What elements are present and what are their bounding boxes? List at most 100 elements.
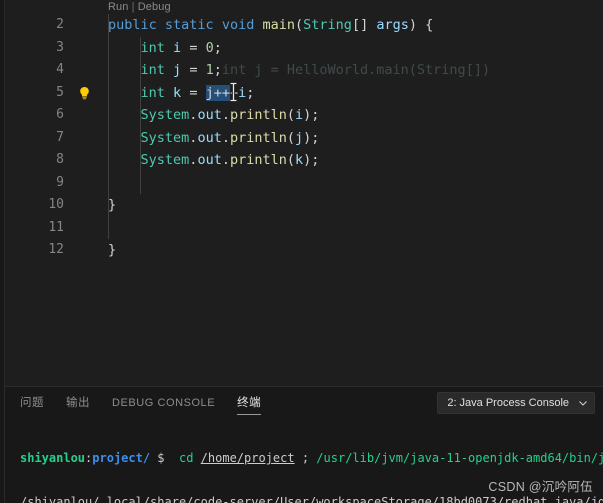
code-token: int — [140, 39, 165, 56]
terminal-dollar: $ — [157, 451, 165, 465]
code-token: ); — [303, 107, 320, 123]
code-token: } — [108, 197, 117, 213]
code-token: ( — [295, 17, 304, 33]
codelens-debug-link[interactable]: Debug — [138, 1, 171, 13]
selected-text: j++ — [205, 84, 230, 101]
code-token: args — [376, 17, 409, 33]
activity-bar-strip — [0, 0, 5, 503]
code-token: 1 — [205, 62, 214, 78]
indent-guide — [108, 216, 109, 239]
code-editor[interactable]: Run | Debug 2 public static void main(Str… — [0, 0, 603, 386]
code-token: 0 — [205, 39, 214, 56]
code-line[interactable]: 11 — [4, 216, 603, 239]
codelens-separator: | — [131, 1, 135, 13]
code-text: } — [108, 194, 116, 217]
code-token: int — [140, 62, 165, 78]
indent-guide — [108, 171, 109, 194]
code-line[interactable]: 12} — [4, 239, 603, 262]
code-token: ); — [303, 129, 320, 146]
line-number: 3 — [56, 39, 64, 55]
code-token: System — [140, 129, 190, 146]
code-token: = — [181, 84, 206, 101]
panel-tab-2[interactable]: 输出 — [66, 387, 90, 417]
line-number: 5 — [56, 84, 64, 100]
terminal-user: shiyanlou — [20, 451, 86, 465]
code-token: static — [164, 17, 214, 33]
code-token: i — [295, 107, 304, 123]
code-token: println — [229, 129, 287, 146]
terminal-prompt-line: shiyanlou:project/ $ cd /home/project ; … — [20, 451, 603, 466]
code-token: ) { — [408, 17, 434, 33]
line-number: 9 — [56, 174, 64, 190]
code-token: out — [197, 107, 222, 123]
code-token: ( — [286, 152, 296, 168]
code-token: ; — [246, 84, 255, 101]
code-text: int j = 1;int j = HelloWorld.main(String… — [108, 59, 491, 82]
terminal-cd-arg-link[interactable]: /home/project — [201, 451, 295, 465]
codelens-run-link[interactable]: Run — [108, 1, 128, 13]
terminal-cmd-cd: cd — [178, 451, 194, 465]
line-number: 4 — [56, 62, 64, 77]
code-token: println — [229, 152, 287, 168]
console-selector-label: 2: Java Process Console — [447, 397, 569, 409]
code-line[interactable]: 7 System.out.println(j); — [4, 126, 603, 149]
code-line[interactable]: 4 int j = 1;int j = HelloWorld.main(Stri… — [4, 59, 603, 82]
line-number: 2 — [56, 17, 64, 32]
code-text: public static void main(String[] args) { — [108, 14, 433, 37]
code-text: System.out.println(k); — [108, 149, 320, 172]
code-token: ; — [213, 39, 222, 56]
csdn-watermark: CSDN @沉吟阿伍 — [488, 480, 593, 494]
panel-tabs-list: 问题 输出 DEBUG CONSOLE 终端 — [20, 387, 283, 417]
code-token: int — [140, 84, 165, 101]
code-text: } — [108, 239, 116, 262]
code-lines-container: 2 public static void main(String[] args) … — [4, 14, 603, 262]
code-token: j — [173, 62, 182, 78]
line-number: 11 — [48, 219, 64, 235]
lightbulb-icon[interactable] — [78, 86, 91, 100]
code-text: int i = 0; — [108, 37, 222, 60]
line-number: 7 — [56, 129, 64, 145]
console-selector-dropdown[interactable]: 2: Java Process Console — [437, 392, 595, 414]
code-token: out — [197, 129, 222, 146]
code-line[interactable]: 3 int i = 0; — [4, 36, 603, 60]
code-line[interactable]: 2 public static void main(String[] args) … — [4, 14, 603, 37]
indent-guide — [140, 171, 141, 194]
code-line[interactable]: 6 System.out.println(i); — [4, 104, 603, 127]
chevron-down-icon — [578, 398, 588, 408]
code-token: . — [221, 152, 230, 168]
panel-tab-1[interactable]: 问题 — [20, 387, 44, 417]
code-token: = — [181, 39, 206, 56]
code-line[interactable]: 10} — [4, 194, 603, 217]
code-token: public — [108, 17, 157, 33]
terminal-cwd: project/ — [92, 451, 151, 465]
code-line[interactable]: 9 — [4, 171, 603, 194]
code-token: j — [295, 129, 304, 146]
line-number: 12 — [48, 242, 64, 257]
code-token: . — [221, 129, 230, 146]
code-line[interactable]: 5 int k = j+++i; — [4, 81, 603, 104]
terminal-workspace-path[interactable]: /shiyanlou/.local/share/code-server/User… — [20, 495, 603, 503]
code-token: ; — [213, 62, 222, 78]
inline-suggestion-text: int j = HelloWorld.main(String[]) — [221, 62, 491, 78]
panel-tab-4[interactable]: 终端 — [237, 387, 262, 417]
panel-tab-bar: 问题 输出 DEBUG CONSOLE 终端 2: Java Process Cons… — [4, 387, 603, 417]
code-token: void — [221, 17, 255, 33]
line-number: 6 — [56, 107, 64, 122]
panel-tab-3[interactable]: DEBUG CONSOLE — [112, 387, 215, 417]
code-token: System — [140, 107, 190, 123]
panel-actions: 2: Java Process Console — [437, 392, 595, 414]
code-token: ); — [303, 152, 320, 168]
code-token: . — [221, 107, 230, 123]
code-token: System — [140, 152, 190, 168]
code-token: } — [108, 242, 117, 258]
codelens-run-debug[interactable]: Run | Debug — [108, 0, 171, 14]
code-token: [] — [351, 17, 377, 33]
code-line[interactable]: 8 System.out.println(k); — [4, 149, 603, 172]
code-token: = — [181, 62, 206, 78]
code-token: k — [295, 152, 304, 168]
